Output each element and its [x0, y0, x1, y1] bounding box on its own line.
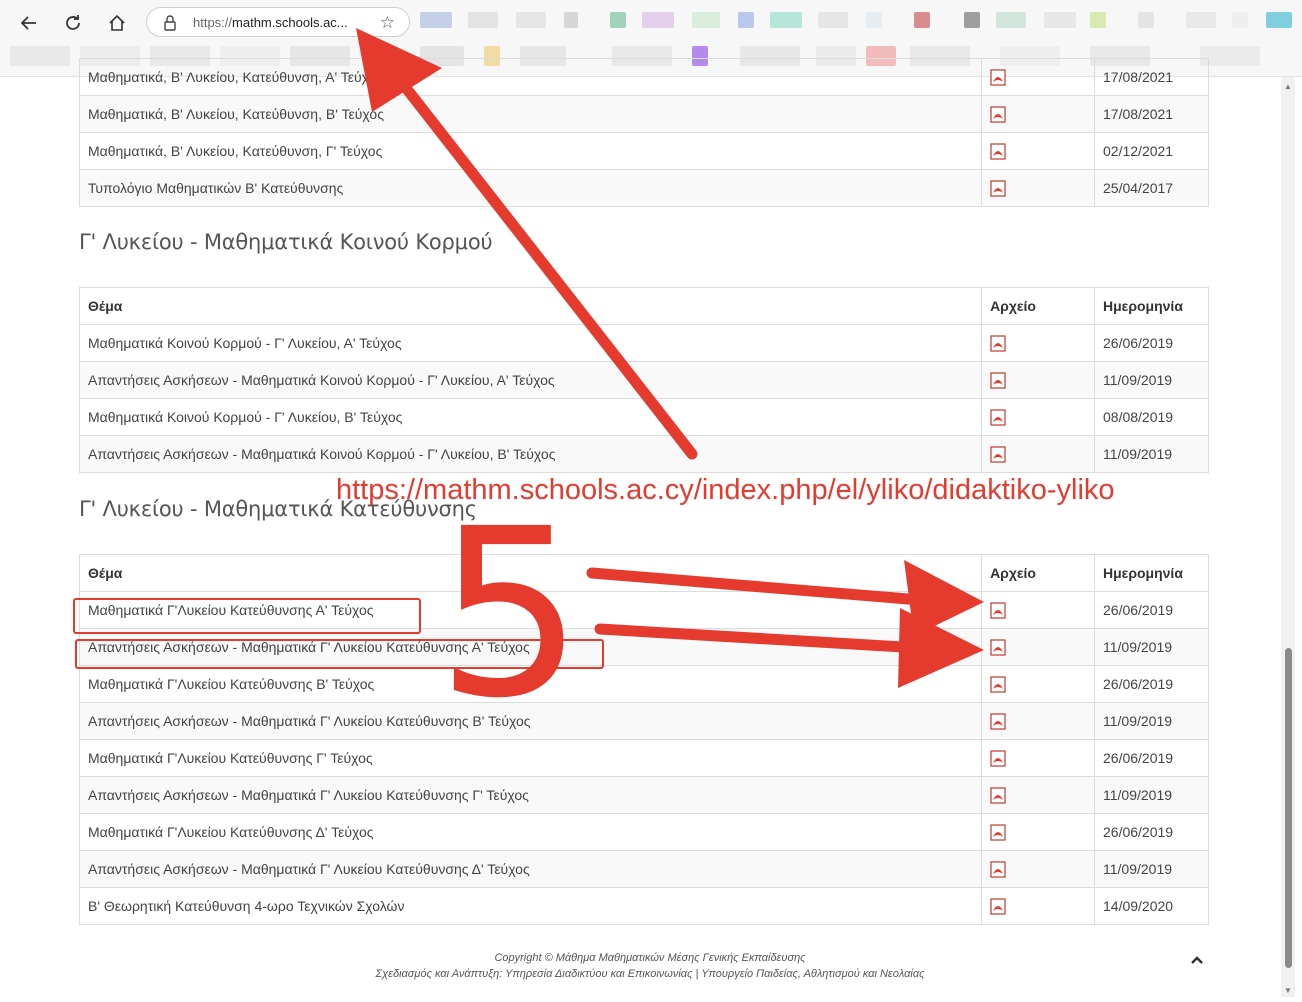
- table-row: Μαθηματικά, Β' Λυκείου, Κατεύθυνση, Β' Τ…: [78, 95, 1209, 133]
- file-cell[interactable]: [981, 702, 1095, 740]
- file-cell[interactable]: [981, 850, 1095, 888]
- file-cell[interactable]: [981, 591, 1095, 629]
- topic-cell[interactable]: Μαθηματικά Κοινού Κορμού - Γ' Λυκείου, Β…: [78, 398, 983, 436]
- scrollbar-thumb[interactable]: [1285, 648, 1292, 968]
- col-header-file: Αρχείο: [981, 287, 1095, 325]
- pdf-file-icon[interactable]: [990, 713, 1006, 730]
- highlight-box-row1: [73, 598, 421, 634]
- col-header-topic: Θέμα: [78, 287, 983, 325]
- file-cell[interactable]: [981, 132, 1096, 170]
- date-cell: 26/06/2019: [1094, 591, 1209, 629]
- topic-cell[interactable]: Μαθηματικά Γ'Λυκείου Κατεύθυνσης Δ' Τεύχ…: [78, 813, 983, 851]
- footer-copyright: Copyright © Μάθημα Μαθηματικών Μέσης Γεν…: [494, 952, 806, 964]
- table-row: Μαθηματικά Γ'Λυκείου Κατεύθυνσης Γ' Τεύχ…: [78, 739, 1209, 777]
- file-cell[interactable]: [981, 628, 1095, 666]
- topic-cell[interactable]: Β' Θεωρητική Κατεύθυνση 4-ωρο Τεχνικών Σ…: [78, 887, 983, 925]
- topic-cell[interactable]: Απαντήσεις Ασκήσεων - Μαθηματικά Γ' Λυκε…: [78, 776, 983, 814]
- col-header-date: Ημερομηνία: [1094, 554, 1209, 592]
- annotation-url-text: https://mathm.schools.ac.cy/index.php/el…: [336, 474, 1115, 506]
- date-cell: 02/12/2021: [1094, 132, 1209, 170]
- table-b-lykeiou: Μαθηματικά, Β' Λυκείου, Κατεύθυνση, Α' Τ…: [78, 58, 1209, 207]
- pdf-file-icon[interactable]: [990, 143, 1006, 160]
- file-cell[interactable]: [981, 169, 1096, 207]
- file-cell[interactable]: [981, 324, 1095, 362]
- topic-cell[interactable]: Τυπολόγιο Μαθηματικών Β' Κατεύθυνσης: [78, 169, 983, 207]
- pdf-file-icon[interactable]: [990, 861, 1006, 878]
- file-cell[interactable]: [981, 665, 1095, 703]
- pdf-file-icon[interactable]: [990, 639, 1006, 656]
- pdf-file-icon[interactable]: [990, 409, 1006, 426]
- topic-cell[interactable]: Απαντήσεις Ασκήσεων - Μαθηματικά Γ' Λυκε…: [78, 850, 983, 888]
- topic-cell[interactable]: Απαντήσεις Ασκήσεων - Μαθηματικά Κοινού …: [78, 435, 983, 473]
- file-cell[interactable]: [981, 361, 1095, 399]
- date-cell: 11/09/2019: [1094, 702, 1209, 740]
- date-cell: 26/06/2019: [1094, 739, 1209, 777]
- table-koinou-kormou: Θέμα Αρχείο Ημερομηνία Μαθηματικά Κοινού…: [78, 287, 1209, 473]
- date-cell: 11/09/2019: [1094, 361, 1209, 399]
- file-cell[interactable]: [981, 739, 1095, 777]
- chevron-up-icon: [1191, 956, 1203, 964]
- table-row: Απαντήσεις Ασκήσεων - Μαθηματικά Γ' Λυκε…: [78, 776, 1209, 814]
- file-cell[interactable]: [981, 398, 1095, 436]
- pdf-file-icon[interactable]: [990, 824, 1006, 841]
- scroll-to-top-button[interactable]: [1190, 952, 1204, 970]
- date-cell: 08/08/2019: [1094, 398, 1209, 436]
- pdf-file-icon[interactable]: [990, 106, 1006, 123]
- footer: Copyright © Μάθημα Μαθηματικών Μέσης Γεν…: [300, 950, 1000, 982]
- table-row: Απαντήσεις Ασκήσεων - Μαθηματικά Κοινού …: [78, 435, 1209, 473]
- date-cell: 26/06/2019: [1094, 324, 1209, 362]
- table-row: Μαθηματικά Κοινού Κορμού - Γ' Λυκείου, Α…: [78, 324, 1209, 362]
- table-row: Τυπολόγιο Μαθηματικών Β' Κατεύθυνσης 25/0…: [78, 169, 1209, 207]
- date-cell: 11/09/2019: [1094, 850, 1209, 888]
- date-cell: 25/04/2017: [1094, 169, 1209, 207]
- pdf-file-icon[interactable]: [990, 372, 1006, 389]
- file-cell[interactable]: [981, 95, 1096, 133]
- topic-cell[interactable]: Μαθηματικά, Β' Λυκείου, Κατεύθυνση, Β' Τ…: [78, 95, 983, 133]
- table-row: Μαθηματικά Κοινού Κορμού - Γ' Λυκείου, Β…: [78, 398, 1209, 436]
- table-row: Μαθηματικά Γ'Λυκείου Κατεύθυνσης Β' Τεύχ…: [78, 665, 1209, 703]
- topic-cell[interactable]: Μαθηματικά, Β' Λυκείου, Κατεύθυνση, Γ' Τ…: [78, 132, 983, 170]
- file-cell[interactable]: [981, 776, 1095, 814]
- topic-cell[interactable]: Μαθηματικά Κοινού Κορμού - Γ' Λυκείου, Α…: [78, 324, 983, 362]
- date-cell: 11/09/2019: [1094, 776, 1209, 814]
- table-row: Β' Θεωρητική Κατεύθυνση 4-ωρο Τεχνικών Σ…: [78, 887, 1209, 925]
- file-cell[interactable]: [981, 435, 1095, 473]
- table-row: Απαντήσεις Ασκήσεων - Μαθηματικά Κοινού …: [78, 361, 1209, 399]
- table-row: Μαθηματικά, Β' Λυκείου, Κατεύθυνση, Γ' Τ…: [78, 132, 1209, 170]
- scroll-up-arrow-icon[interactable]: ▲: [1284, 82, 1292, 91]
- table-row: Απαντήσεις Ασκήσεων - Μαθηματικά Γ' Λυκε…: [78, 702, 1209, 740]
- pdf-file-icon[interactable]: [990, 898, 1006, 915]
- topic-cell[interactable]: Απαντήσεις Ασκήσεων - Μαθηματικά Κοινού …: [78, 361, 983, 399]
- date-cell: 11/09/2019: [1094, 628, 1209, 666]
- pdf-file-icon[interactable]: [990, 446, 1006, 463]
- pdf-file-icon[interactable]: [990, 335, 1006, 352]
- date-cell: 26/06/2019: [1094, 813, 1209, 851]
- table-row: Απαντήσεις Ασκήσεων - Μαθηματικά Γ' Λυκε…: [78, 850, 1209, 888]
- pdf-file-icon[interactable]: [990, 602, 1006, 619]
- date-cell: 17/08/2021: [1094, 95, 1209, 133]
- col-header-date: Ημερομηνία: [1094, 287, 1209, 325]
- date-cell: 11/09/2019: [1094, 435, 1209, 473]
- pdf-file-icon[interactable]: [990, 676, 1006, 693]
- date-cell: 14/09/2020: [1094, 887, 1209, 925]
- annotation-step-number: 5: [436, 479, 584, 749]
- section-title-koinou-kormou: Γ' Λυκείου - Μαθηματικά Κοινού Κορμού: [79, 230, 493, 254]
- col-header-file: Αρχείο: [981, 554, 1095, 592]
- file-cell[interactable]: [981, 887, 1095, 925]
- pdf-file-icon[interactable]: [990, 787, 1006, 804]
- footer-credits: Σχεδιασμός και Ανάπτυξη: Υπηρεσία Διαδικ…: [375, 968, 925, 980]
- date-cell: 26/06/2019: [1094, 665, 1209, 703]
- table-row: Μαθηματικά Γ'Λυκείου Κατεύθυνσης Δ' Τεύχ…: [78, 813, 1209, 851]
- pdf-file-icon[interactable]: [990, 180, 1006, 197]
- scroll-down-arrow-icon[interactable]: ▼: [1284, 986, 1292, 995]
- pdf-file-icon[interactable]: [990, 750, 1006, 767]
- file-cell[interactable]: [981, 813, 1095, 851]
